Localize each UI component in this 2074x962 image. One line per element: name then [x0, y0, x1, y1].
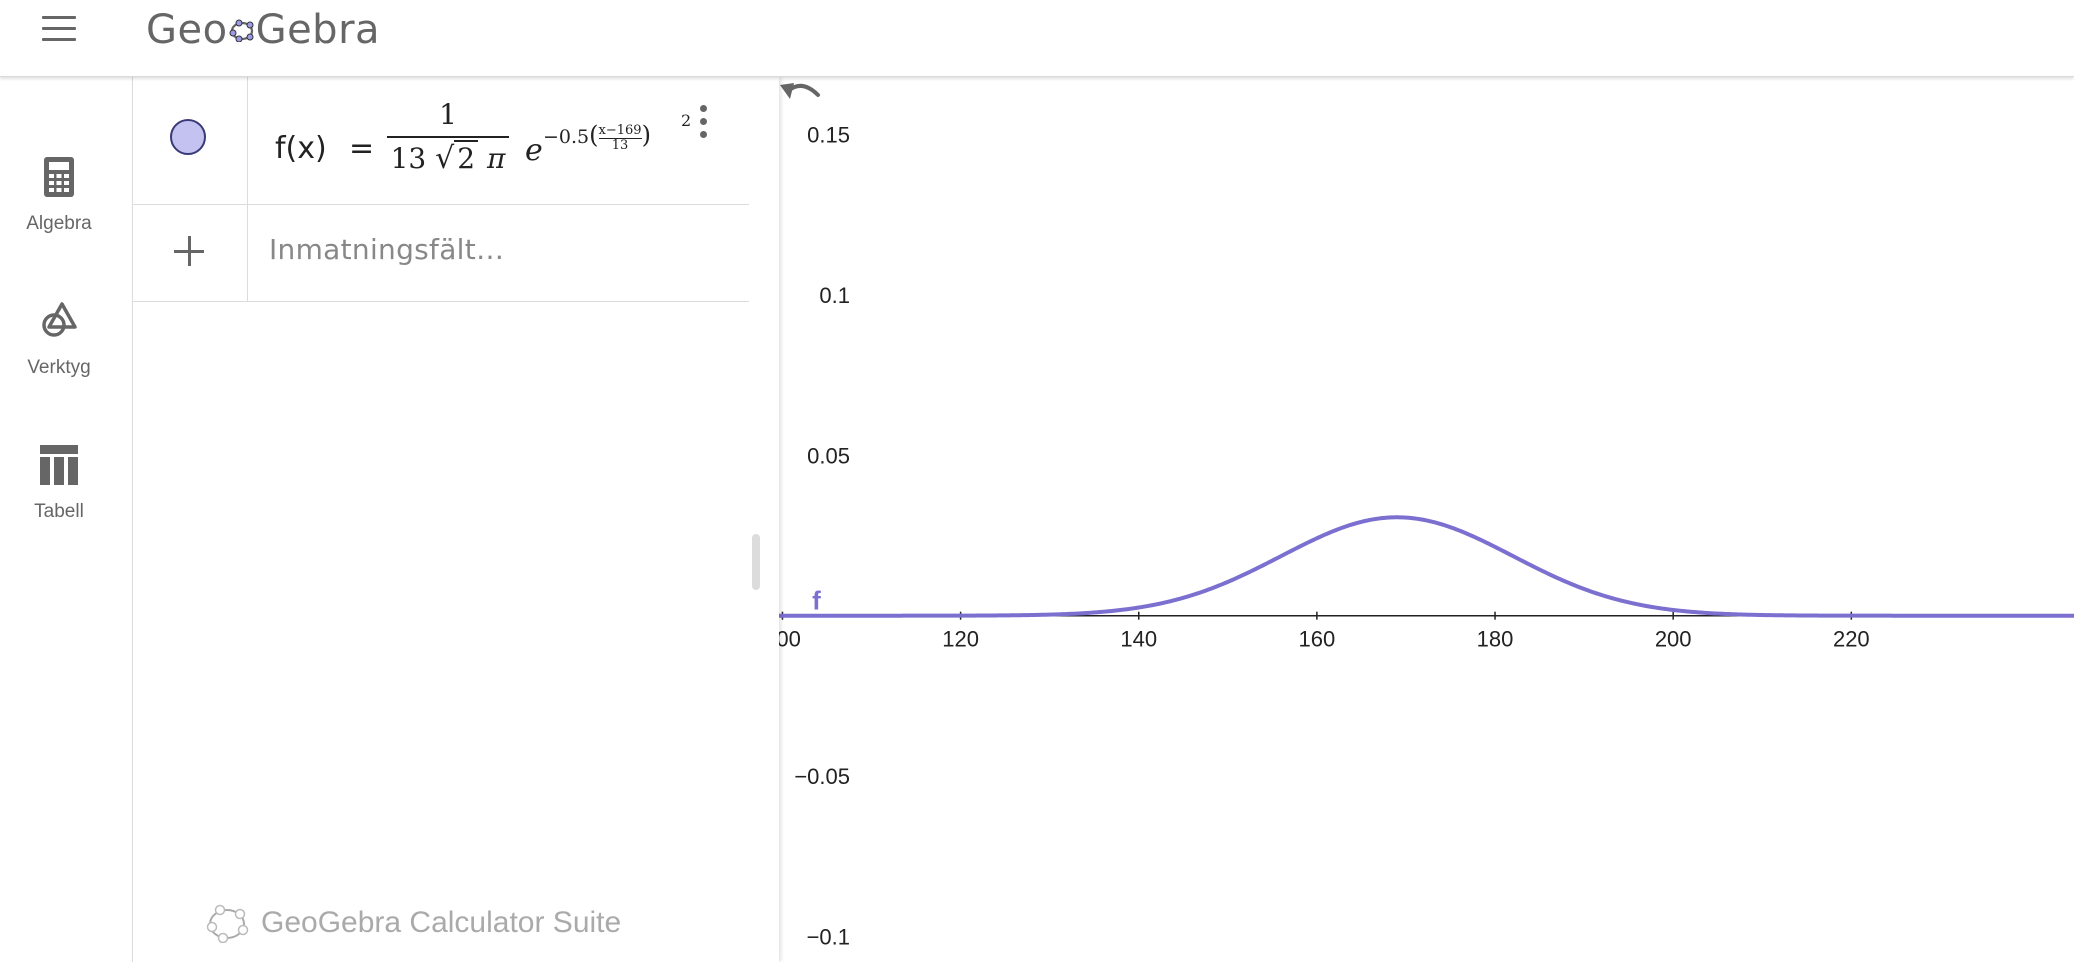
- nav-algebra-label: Algebra: [26, 213, 92, 234]
- function-label-f[interactable]: f: [812, 586, 821, 616]
- calculator-icon: [44, 157, 74, 197]
- formula-fraction: 1 13 √ 2 π: [387, 97, 509, 176]
- algebra-item-f[interactable]: f(x) = 1 13 √ 2 π e −0.5(x−169 13) 2: [133, 77, 749, 205]
- den-root: 2: [454, 140, 479, 175]
- nav-tools[interactable]: Verktyg: [0, 299, 118, 409]
- y-tick-label: −0.1: [807, 924, 850, 949]
- exp-power: 2: [681, 111, 692, 130]
- view-nav-rail: Algebra Verktyg Tabell: [0, 77, 132, 962]
- x-tick-label: 100: [778, 627, 801, 652]
- nav-table[interactable]: Tabell: [0, 443, 118, 553]
- logo-suffix: Gebra: [255, 7, 381, 53]
- exp-base: e: [525, 133, 543, 168]
- algebra-panel: f(x) = 1 13 √ 2 π e −0.5(x−169 13) 2 Inmat…: [132, 77, 779, 962]
- formula-numerator: 1: [439, 98, 457, 131]
- calculator-suite-link[interactable]: GeoGebra Calculator Suite: [205, 899, 621, 947]
- den-pi: π: [487, 142, 506, 175]
- formula-denominator: 13 √ 2 π: [390, 140, 506, 176]
- logo-prefix: Geo: [146, 7, 228, 53]
- exp-superscript: −0.5(x−169 13): [543, 121, 651, 153]
- marble-cell: [133, 77, 248, 204]
- function-curve-f[interactable]: [778, 515, 2074, 618]
- x-tick-label: 220: [1833, 627, 1870, 652]
- geogebra-logo: Geo Gebra: [146, 4, 380, 56]
- table-icon: [40, 445, 78, 485]
- plus-cell: [133, 205, 248, 301]
- y-tick-group: 0.15 0.1 0.05 −0.05 −0.1: [794, 123, 850, 950]
- x-tick-group: 100 120 140 160 180 200 220: [778, 611, 1870, 652]
- app-header: Geo Gebra: [0, 0, 2074, 77]
- y-tick-label: −0.05: [794, 764, 850, 789]
- y-tick-label: 0.05: [807, 443, 850, 468]
- nav-algebra[interactable]: Algebra: [0, 155, 118, 265]
- x-tick-label: 140: [1120, 627, 1157, 652]
- graphics-view[interactable]: 100 120 140 160 180 200 220 0.15 0.1 0.05 −0.05 −0…: [778, 77, 2074, 962]
- suite-logo-icon: [206, 904, 249, 943]
- algebra-input-row: Inmatningsfält…: [133, 205, 749, 302]
- menu-icon[interactable]: [40, 14, 80, 46]
- exp-frac-den: 13: [611, 137, 629, 153]
- formula-equals: =: [349, 131, 375, 166]
- x-tick-label: 120: [942, 627, 979, 652]
- den-coeff: 13: [390, 142, 427, 175]
- x-tick-label: 180: [1477, 627, 1514, 652]
- algebra-input-field[interactable]: Inmatningsfält…: [269, 233, 504, 266]
- more-options-icon[interactable]: [693, 105, 713, 145]
- exp-coeff: −0.5: [543, 126, 590, 148]
- logo-ellipse-icon: [229, 19, 254, 42]
- panel-resize-handle[interactable]: [752, 534, 760, 590]
- exp-frac-num: x−169: [598, 122, 642, 138]
- x-tick-label: 160: [1299, 627, 1336, 652]
- undo-icon[interactable]: [778, 77, 822, 111]
- x-tick-label: 200: [1655, 627, 1692, 652]
- formula-lhs: f(x): [275, 131, 327, 166]
- y-tick-label: 0.1: [819, 283, 850, 308]
- suite-label: GeoGebra Calculator Suite: [261, 906, 622, 939]
- tools-shapes-icon: [42, 302, 77, 337]
- graph-canvas[interactable]: 100 120 140 160 180 200 220 0.15 0.1 0.05 −0.05 −0…: [778, 77, 2074, 962]
- y-tick-label: 0.15: [807, 123, 850, 148]
- nav-tools-label: Verktyg: [27, 357, 91, 378]
- add-icon[interactable]: [171, 233, 207, 269]
- nav-table-label: Tabell: [34, 501, 84, 522]
- visibility-marble[interactable]: [170, 119, 206, 155]
